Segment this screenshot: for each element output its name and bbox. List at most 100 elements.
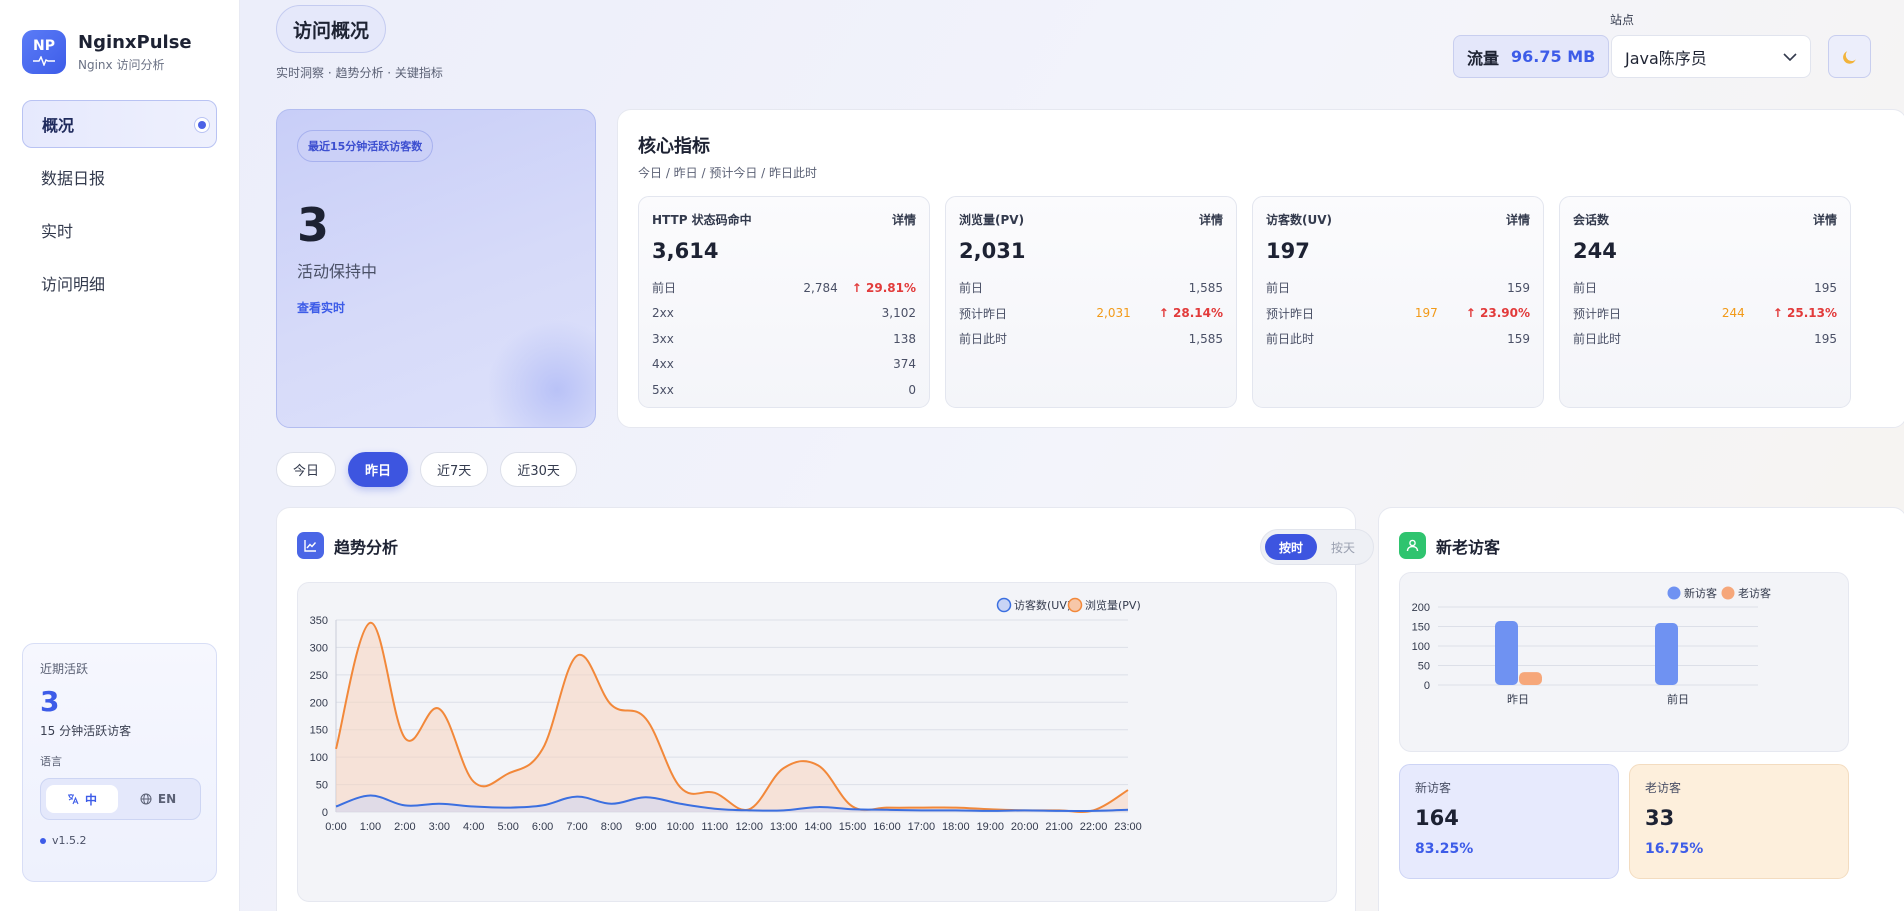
toggle-by-hour[interactable]: 按时 <box>1265 534 1317 560</box>
active-visitors-badge: 最近15分钟活跃访客数 <box>297 130 434 162</box>
y-tick-label: 250 <box>310 670 328 682</box>
metric-value: 3,614 <box>652 239 719 263</box>
tab-last-30-days[interactable]: 近30天 <box>500 452 577 487</box>
trend-chart: 0 50 100 150 200 250 300 350 0:00 1:00 2:00 3:00 4:0… <box>310 597 1142 833</box>
metric-row-change: ↑ 29.81% <box>851 280 916 295</box>
sidebar: NP NginxPulse Nginx 访问分析 概况 数据日报 实时 访问明细… <box>0 0 240 911</box>
visitors-chart-container: 0 50 100 150 200 昨日 前日 新访客 老访客 <box>1399 572 1849 752</box>
pulse-icon <box>33 56 55 66</box>
metric-row: 前日 159 <box>1266 275 1530 301</box>
lang-zh-label: 中 <box>84 792 97 807</box>
metric-row-label: 预计昨日 <box>1573 306 1622 321</box>
brand-logo: NP <box>22 30 66 74</box>
active-dot-icon <box>198 121 206 129</box>
recent-activity-value: 3 <box>40 685 60 718</box>
metric-row-label: 3xx <box>652 331 674 346</box>
x-tick-label: 22:00 <box>1080 821 1108 833</box>
metric-row-value: 374 <box>893 357 916 372</box>
brand-subtitle: Nginx 访问分析 <box>78 57 165 72</box>
metric-title: 会话数 <box>1573 213 1610 227</box>
metric-row-value: 1,585 <box>1188 331 1223 346</box>
y-tick-label: 150 <box>310 725 328 737</box>
metric-row: 前日 2,784 ↑ 29.81% <box>652 275 916 301</box>
view-realtime-link[interactable]: 查看实时 <box>297 299 575 316</box>
visitors-legend: 新访客 老访客 <box>1667 586 1771 600</box>
trend-title: 趋势分析 <box>334 537 399 557</box>
metric-row: 前日 195 <box>1573 275 1837 301</box>
toggle-by-day[interactable]: 按天 <box>1317 534 1369 560</box>
x-tick-label: 5:00 <box>497 821 518 833</box>
version-dot-icon <box>40 837 46 844</box>
translate-icon <box>67 794 79 805</box>
sidebar-item-access-detail[interactable]: 访问明细 <box>22 259 217 307</box>
metric-detail-link[interactable]: 详情 <box>892 211 916 228</box>
metric-row-value: 195 <box>1814 280 1837 295</box>
y-tick-label: 50 <box>1418 661 1430 673</box>
lang-en-button[interactable]: EN <box>122 785 194 813</box>
recent-activity-subtitle: 15 分钟活跃访客 <box>40 724 132 738</box>
x-tick-label: 14:00 <box>804 821 832 833</box>
x-tick-label: 17:00 <box>908 821 936 833</box>
page-title: 访问概况 <box>276 5 387 53</box>
version-label: v1.5.2 <box>52 834 87 847</box>
tab-yesterday[interactable]: 昨日 <box>348 452 409 487</box>
recent-activity-title: 近期活跃 <box>40 662 89 676</box>
x-tick-label: 4:00 <box>463 821 484 833</box>
x-tick-label: 0:00 <box>325 821 346 833</box>
main-content: 访问概况 实时洞察 · 趋势分析 · 关键指标 流量 96.75 MB 站点 J… <box>240 0 1904 911</box>
metric-row-change: ↑ 23.90% <box>1465 306 1530 321</box>
site-select[interactable]: Java陈序员 <box>1611 35 1811 78</box>
sidebar-item-overview[interactable]: 概况 <box>22 100 217 148</box>
trend-legend: 访客数(UV) 浏览量(PV) <box>996 597 1141 613</box>
x-tick-label: 6:00 <box>532 821 553 833</box>
x-tick-label: 16:00 <box>873 821 901 833</box>
lang-zh-button[interactable]: 中 <box>46 785 118 813</box>
tab-last-7-days[interactable]: 近7天 <box>420 452 489 487</box>
active-visitors-status: 活动保持中 <box>297 262 378 281</box>
metric-detail-link[interactable]: 详情 <box>1506 211 1530 228</box>
y-tick-label: 200 <box>310 697 328 709</box>
traffic-value: 96.75 MB <box>1511 47 1596 66</box>
sidebar-item-daily-report[interactable]: 数据日报 <box>22 153 217 201</box>
legend-swatch-returning <box>1721 586 1735 600</box>
returning-visitors-stat: 老访客 33 16.75% <box>1629 764 1849 879</box>
active-visitors-value: 3 <box>297 198 330 252</box>
core-metrics-card: 核心指标 今日 / 昨日 / 预计今日 / 昨日此时 HTTP 状态码命中 详情… <box>617 109 1904 428</box>
core-metrics-title: 核心指标 <box>638 136 710 157</box>
version-info: v1.5.2 <box>40 834 199 847</box>
metric-row-label: 前日此时 <box>1266 332 1315 347</box>
sidebar-nav: 概况 数据日报 实时 访问明细 <box>22 100 217 312</box>
y-tick-label: 0 <box>322 807 328 819</box>
bar-returning <box>1519 672 1542 685</box>
metric-detail-link[interactable]: 详情 <box>1199 211 1223 228</box>
y-tick-label: 100 <box>1412 641 1430 653</box>
granularity-toggle: 按时 按天 <box>1260 529 1374 565</box>
x-tick-label: 11:00 <box>701 821 728 833</box>
theme-toggle-button[interactable] <box>1828 35 1871 78</box>
metric-row-projected: 2,031 <box>1096 306 1131 321</box>
x-tick-label: 23:00 <box>1114 821 1142 833</box>
metric-row-label: 前日此时 <box>1573 332 1622 347</box>
metric-row-label: 前日 <box>1573 281 1598 296</box>
new-visitors-stat: 新访客 164 83.25% <box>1399 764 1619 879</box>
metric-row-value: 3,102 <box>881 306 916 321</box>
language-switch: 中 EN <box>40 778 201 820</box>
metric-row: 预计昨日 2,031 ↑ 28.14% <box>959 301 1223 327</box>
moon-icon <box>1842 50 1856 64</box>
metric-row-label: 前日此时 <box>959 332 1008 347</box>
tab-today[interactable]: 今日 <box>276 452 337 487</box>
metric-row-value: 2,784 <box>803 280 838 295</box>
metric-title: 访客数(UV) <box>1266 213 1333 227</box>
metric-row-label: 前日 <box>959 281 984 296</box>
y-tick-label: 350 <box>310 615 328 627</box>
sidebar-item-realtime[interactable]: 实时 <box>22 206 217 254</box>
metric-row: 预计昨日 197 ↑ 23.90% <box>1266 301 1530 327</box>
pv-area <box>336 622 1128 812</box>
globe-icon <box>140 793 152 805</box>
legend-swatch-uv <box>996 597 1012 613</box>
sidebar-item-label: 概况 <box>42 116 75 135</box>
metric-value: 197 <box>1266 239 1310 263</box>
metric-title: HTTP 状态码命中 <box>652 213 752 227</box>
metric-detail-link[interactable]: 详情 <box>1813 211 1837 228</box>
x-tick-label: 10:00 <box>667 821 695 833</box>
